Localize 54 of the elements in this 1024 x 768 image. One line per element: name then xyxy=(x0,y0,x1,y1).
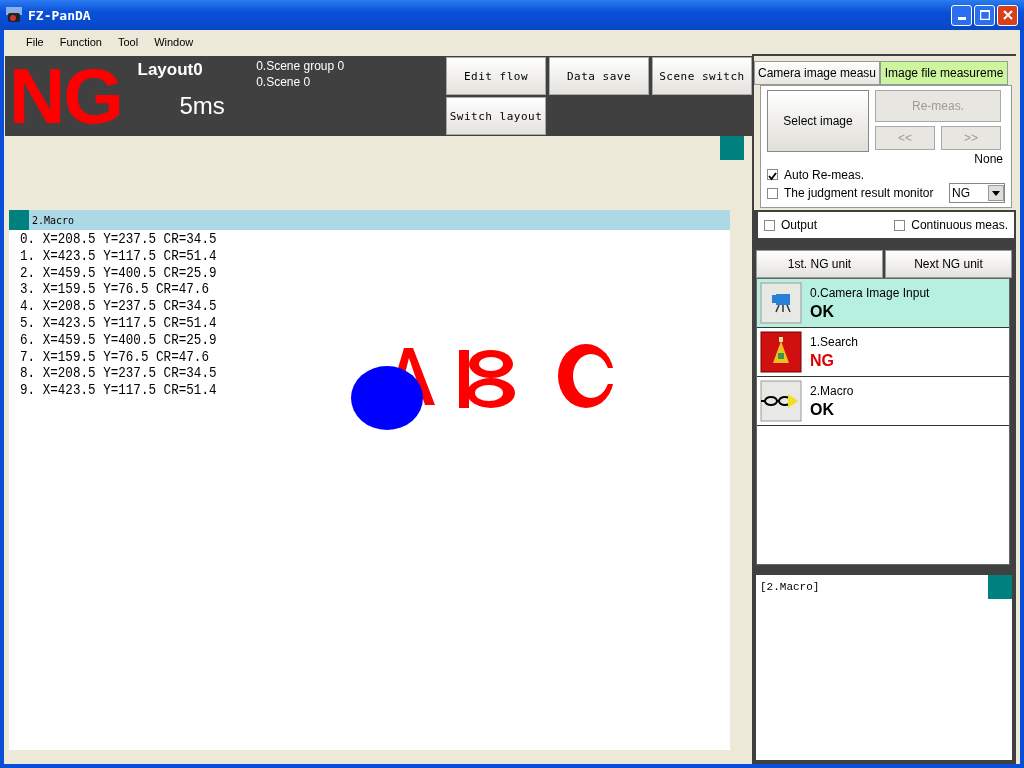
checkbox[interactable] xyxy=(764,219,775,231)
detail-title: [2.Macro] xyxy=(760,581,820,593)
toolbar-button[interactable]: Edit flow xyxy=(446,57,546,95)
checkbox-label: Output xyxy=(781,218,818,232)
minimize-button[interactable] xyxy=(951,4,972,26)
unit-name: 0.Camera Image Input xyxy=(810,285,930,300)
checkbox-label: Continuous meas. xyxy=(911,218,1008,232)
square-marker xyxy=(720,136,744,160)
unit-result: OK xyxy=(810,400,835,419)
menu-item[interactable]: Tool xyxy=(109,36,147,48)
window-title: FZ-PanDA xyxy=(28,7,91,23)
camera-icon xyxy=(760,282,802,324)
toolbar-button[interactable]: Switch layout xyxy=(446,97,546,135)
checkbox-label: Auto Re-meas. xyxy=(784,167,865,182)
toolbar-button[interactable]: Data save xyxy=(549,57,649,95)
checkbox[interactable] xyxy=(767,187,778,199)
dropdown-arrow-icon xyxy=(992,190,1000,196)
unit-result: OK xyxy=(810,302,835,321)
menu-item[interactable]: Window xyxy=(146,36,202,48)
close-button[interactable] xyxy=(997,4,1018,26)
maximize-icon xyxy=(979,10,990,20)
ng-unit-button[interactable]: Next NG unit xyxy=(885,250,1012,278)
judgment-dropdown[interactable]: NG xyxy=(949,183,1005,203)
search-icon xyxy=(760,331,802,373)
processing-time: 5ms xyxy=(179,92,226,120)
app-icon xyxy=(6,7,22,23)
tab[interactable]: Image file measureme xyxy=(880,61,1008,85)
unit-name: 2.Macro xyxy=(810,383,854,398)
minimize-icon xyxy=(957,16,966,20)
scene-name: 0.Scene 0 xyxy=(256,75,312,89)
close-icon xyxy=(1002,10,1013,20)
checkbox[interactable] xyxy=(894,219,906,231)
header-marker xyxy=(9,210,29,230)
unit-row[interactable]: 1.Search NG xyxy=(757,328,1009,377)
judgment-result: NG xyxy=(8,56,123,136)
unit-row[interactable]: 2.Macro OK xyxy=(757,377,1009,426)
tab[interactable]: Camera image measu xyxy=(754,61,880,85)
scene-group: 0.Scene group 0 xyxy=(256,59,444,73)
toolbar-button[interactable]: Scene switch xyxy=(652,57,752,95)
square-marker xyxy=(988,575,1012,599)
unit-name: 1.Search xyxy=(810,334,859,349)
file-name: None xyxy=(973,152,1003,166)
ng-unit-button[interactable]: 1st. NG unit xyxy=(756,250,883,278)
select-image-button[interactable]: Select image xyxy=(767,90,869,152)
menu-item[interactable]: File xyxy=(18,36,52,48)
checkbox[interactable] xyxy=(767,169,778,180)
checkbox-label: The judgment result monitor xyxy=(784,186,934,200)
image-window-title: 2.Macro xyxy=(32,214,75,226)
unit-row[interactable]: 0.Camera Image Input OK xyxy=(757,279,1009,328)
unit-result: NG xyxy=(810,351,835,370)
layout-name: Layout0 xyxy=(137,60,204,80)
glasses-icon xyxy=(760,380,802,422)
maximize-button[interactable] xyxy=(974,4,995,26)
menu-item[interactable]: Function xyxy=(51,36,110,48)
